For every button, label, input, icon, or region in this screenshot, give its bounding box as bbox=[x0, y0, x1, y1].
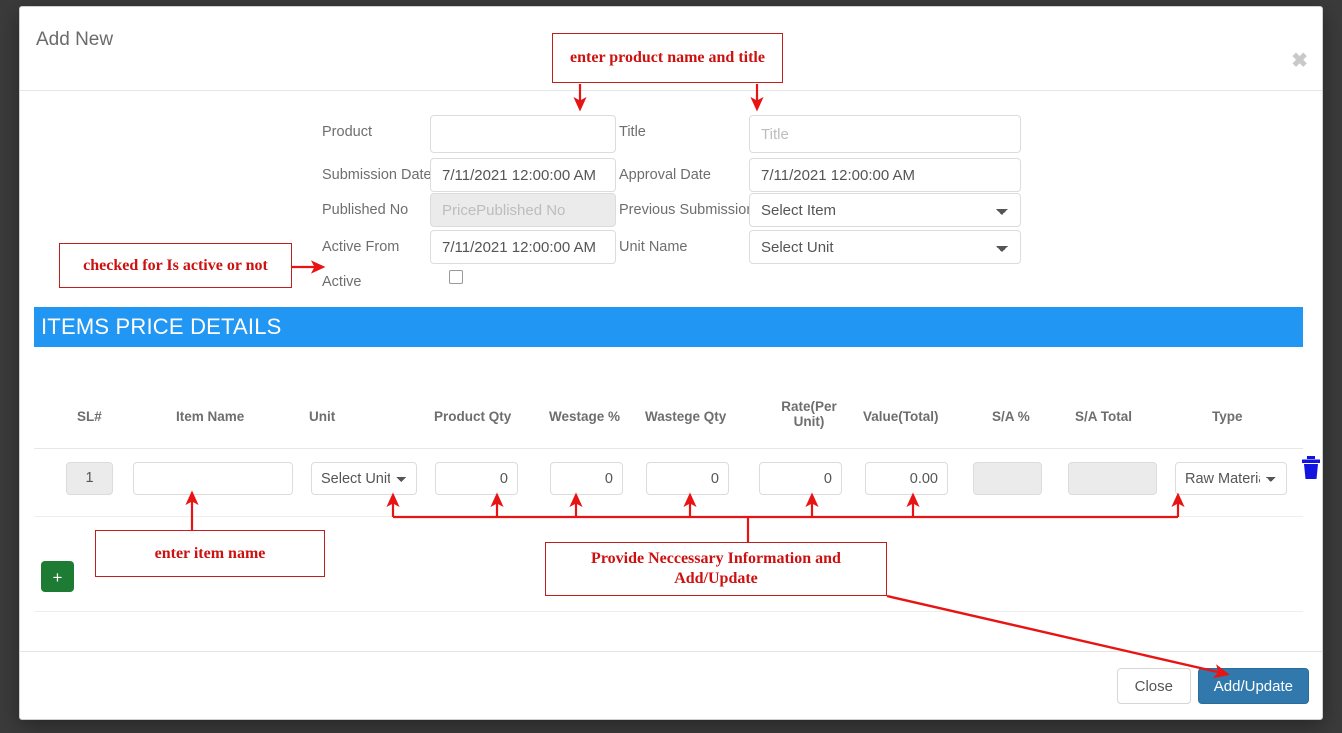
col-sa-pct: S/A % bbox=[992, 409, 1030, 424]
col-value-total: Value(Total) bbox=[863, 409, 939, 424]
add-update-button[interactable]: Add/Update bbox=[1197, 668, 1309, 704]
row-sa-total-input bbox=[1068, 462, 1157, 495]
row-value-total-input[interactable] bbox=[865, 462, 948, 495]
active-checkbox[interactable] bbox=[449, 270, 463, 284]
items-price-table: SL# Item Name Unit Product Qty Westage %… bbox=[34, 375, 1320, 517]
row-sl: 1 bbox=[66, 462, 113, 495]
form-row-active-from: Active From Unit Name Select Unit bbox=[20, 209, 1322, 264]
items-price-details-banner: ITEMS PRICE DETAILS bbox=[34, 307, 1303, 347]
form-row-published-no: Published No Previous Submission Select … bbox=[20, 172, 1322, 227]
form-row-submission-date: Submission Date Approval Date bbox=[20, 135, 1322, 192]
col-item-name: Item Name bbox=[176, 409, 245, 424]
row-sa-pct-input bbox=[973, 462, 1042, 495]
row-unit-select[interactable]: Select Unit bbox=[311, 462, 417, 495]
table-row: 1 Select Unit Raw Materia bbox=[34, 449, 1320, 517]
modal-footer: Close Add/Update bbox=[20, 651, 1322, 719]
annotation-active-checkbox: checked for Is active or not bbox=[59, 243, 292, 288]
annotation-item-name: enter item name bbox=[95, 530, 325, 577]
col-rate-per-unit: Rate(Per Unit) bbox=[781, 399, 837, 429]
col-sl: SL# bbox=[77, 409, 102, 424]
add-row-button[interactable]: + bbox=[41, 561, 74, 592]
form-row-product: Product Title bbox=[20, 91, 1322, 153]
row-type-select[interactable]: Raw Materia bbox=[1175, 462, 1287, 495]
close-icon[interactable]: ✖ bbox=[1291, 51, 1308, 71]
table-header-row: SL# Item Name Unit Product Qty Westage %… bbox=[34, 375, 1303, 449]
add-new-modal: Add New ✖ Product Title Submission Date … bbox=[19, 6, 1323, 720]
row-westage-pct-input[interactable] bbox=[550, 462, 623, 495]
label-active: Active bbox=[322, 274, 362, 290]
col-sa-total: S/A Total bbox=[1075, 409, 1132, 424]
close-button[interactable]: Close bbox=[1116, 668, 1191, 704]
trash-icon[interactable] bbox=[1300, 455, 1322, 486]
row-item-name-input[interactable] bbox=[133, 462, 293, 495]
screen: Add New ✖ Product Title Submission Date … bbox=[0, 0, 1342, 733]
col-type: Type bbox=[1212, 409, 1243, 424]
modal-title: Add New bbox=[36, 29, 114, 50]
col-wastege-qty: Wastege Qty bbox=[645, 409, 727, 424]
col-westage-pct: Westage % bbox=[549, 409, 621, 424]
col-product-qty: Product Qty bbox=[434, 409, 512, 424]
row-rate-per-unit-input[interactable] bbox=[759, 462, 842, 495]
annotation-product-title: enter product name and title bbox=[552, 33, 783, 83]
table-bottom-divider bbox=[34, 611, 1303, 612]
col-unit: Unit bbox=[309, 409, 336, 424]
annotation-provide-info: Provide Neccessary Information and Add/U… bbox=[545, 542, 887, 596]
row-product-qty-input[interactable] bbox=[435, 462, 518, 495]
row-wastege-qty-input[interactable] bbox=[646, 462, 729, 495]
